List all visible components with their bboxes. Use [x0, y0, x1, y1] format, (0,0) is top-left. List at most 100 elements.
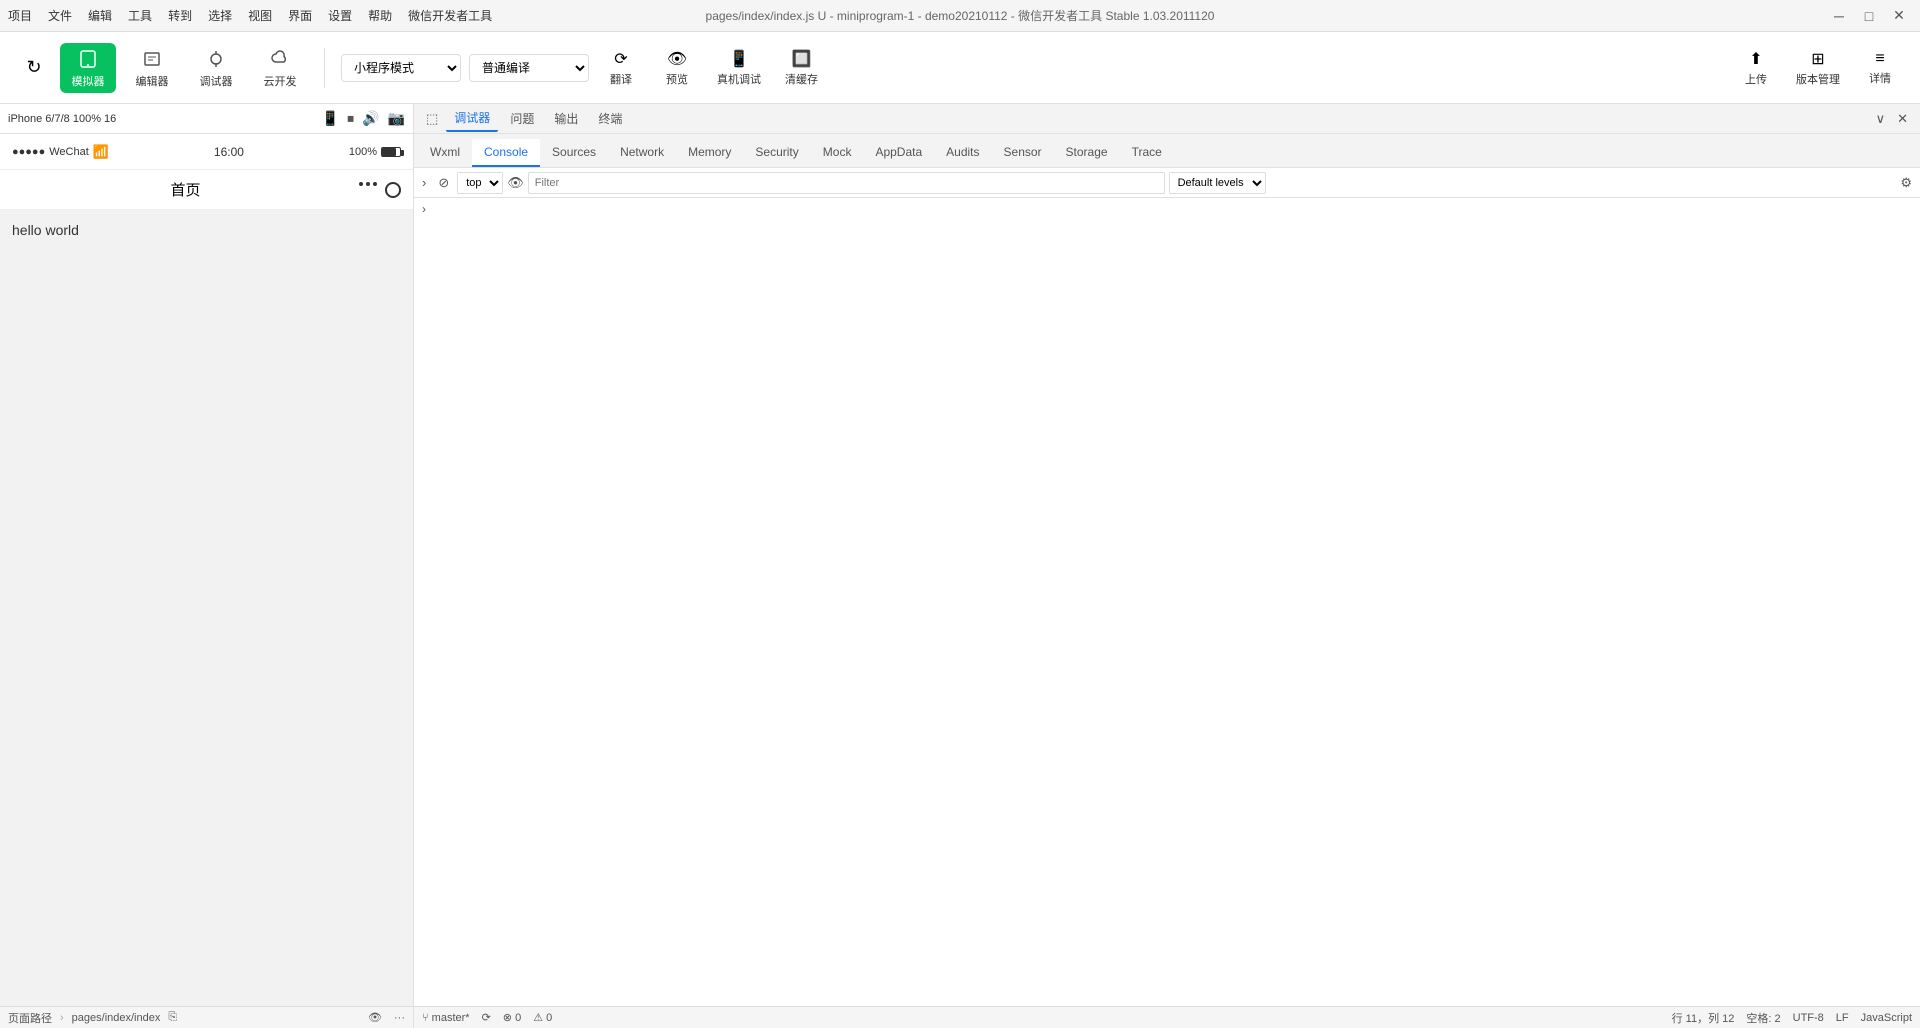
menu-item-interface[interactable]: 界面 — [288, 7, 312, 24]
spaces: 空格: 2 — [1746, 1010, 1780, 1026]
menu-item-help[interactable]: 帮助 — [368, 7, 392, 24]
wifi-icon: 📶 — [93, 144, 109, 160]
tab-network[interactable]: Network — [608, 139, 676, 167]
terminal-tab[interactable]: 终端 — [590, 106, 630, 131]
device-label: iPhone 6/7/8 100% 16 — [8, 113, 116, 125]
preview-icon: 👁 — [667, 49, 687, 69]
tab-mock[interactable]: Mock — [811, 139, 864, 167]
path-label: 页面路径 — [8, 1010, 52, 1026]
battery-label: 100% — [349, 146, 377, 158]
devtools-close-icon[interactable]: ✕ — [1893, 109, 1912, 129]
tab-audits[interactable]: Audits — [934, 139, 991, 167]
menu-item-file[interactable]: 文件 — [48, 7, 72, 24]
upload-label: 上传 — [1745, 71, 1767, 87]
output-tab[interactable]: 输出 — [546, 106, 586, 131]
filter-input[interactable] — [528, 172, 1165, 194]
editor-label: 编辑器 — [136, 73, 169, 89]
simulator-toolbar: iPhone 6/7/8 100% 16 📱 ⏹ 🔊 📷 — [0, 104, 413, 134]
clearcache-label: 清缓存 — [785, 71, 818, 87]
tab-appdata[interactable]: AppData — [863, 139, 934, 167]
screenshot-icon[interactable]: 📷 — [388, 110, 405, 127]
debugger-tab[interactable]: 调试器 — [446, 105, 498, 132]
translate-icon: ⟳ — [614, 49, 627, 69]
tab-sources[interactable]: Sources — [540, 139, 608, 167]
path-separator: › — [60, 1012, 64, 1024]
cloud-button[interactable]: 云开发 — [252, 43, 308, 93]
refresh-icon: ↻ — [26, 56, 41, 80]
collapse-icon[interactable]: ∨ — [1872, 109, 1890, 129]
console-prompt-row: › — [414, 198, 1920, 220]
page-path[interactable]: pages/index/index — [72, 1012, 161, 1024]
settings-icon[interactable]: ⚙ — [1896, 173, 1916, 193]
menu-item-project[interactable]: 项目 — [8, 7, 32, 24]
refresh-button[interactable]: ↻ — [16, 52, 52, 84]
menu-item-tool[interactable]: 工具 — [128, 7, 152, 24]
close-button[interactable]: ✕ — [1886, 7, 1912, 25]
simulator-screen: ●●●●● WeChat 📶 16:00 100% 首页 — [0, 134, 413, 1006]
realtest-button[interactable]: 📱 真机调试 — [709, 45, 769, 91]
window-title: pages/index/index.js U - miniprogram-1 -… — [706, 7, 1215, 24]
editor-button[interactable]: 编辑器 — [124, 43, 180, 93]
more-options-icon[interactable]: ··· — [394, 1012, 405, 1024]
debugger-button[interactable]: 调试器 — [188, 43, 244, 93]
sim-right-icons: 👁 ··· — [368, 1011, 405, 1024]
console-toolbar: › ⊘ top 👁 Default levels ⚙ — [414, 168, 1920, 198]
clear-icon[interactable]: ⊘ — [434, 173, 453, 193]
sync-icon[interactable]: ⟳ — [482, 1011, 491, 1024]
record-icon[interactable] — [385, 182, 401, 198]
sim-nav-bar: 首页 — [0, 170, 413, 210]
realtest-icon: 📱 — [729, 49, 749, 69]
clearcache-button[interactable]: 🔲 清缓存 — [777, 45, 826, 91]
encoding: UTF-8 — [1793, 1012, 1824, 1024]
expand-icon[interactable]: › — [418, 173, 430, 192]
branch-name: master* — [432, 1012, 470, 1024]
hello-world-text: hello world — [12, 222, 401, 238]
menu-item-select[interactable]: 选择 — [208, 7, 232, 24]
maximize-button[interactable]: □ — [1856, 7, 1882, 25]
upload-button[interactable]: ⬆ 上传 — [1732, 45, 1780, 91]
sim-status-bar: ●●●●● WeChat 📶 16:00 100% — [0, 134, 413, 170]
eye-icon[interactable]: 👁 — [368, 1011, 382, 1024]
tab-memory[interactable]: Memory — [676, 139, 743, 167]
menu-item-goto[interactable]: 转到 — [168, 7, 192, 24]
devtools-panel: ⬚ 调试器 问题 输出 终端 ∨ ✕ Wxml Console Sources … — [414, 104, 1920, 1028]
menu-item-settings[interactable]: 设置 — [328, 7, 352, 24]
sim-nav-title: 首页 — [12, 179, 359, 200]
issues-tab[interactable]: 问题 — [502, 106, 542, 131]
menu-item-view[interactable]: 视图 — [248, 7, 272, 24]
levels-select[interactable]: Default levels — [1169, 172, 1266, 194]
more-icon[interactable] — [359, 182, 377, 198]
mode-select[interactable]: 小程序模式 — [341, 54, 461, 82]
simulator-button[interactable]: 模拟器 — [60, 43, 116, 93]
tab-console[interactable]: Console — [472, 139, 540, 167]
version-button[interactable]: ⊞ 版本管理 — [1788, 45, 1848, 91]
tab-storage[interactable]: Storage — [1054, 139, 1120, 167]
line-ending: LF — [1836, 1012, 1849, 1024]
menu-item-edit[interactable]: 编辑 — [88, 7, 112, 24]
warning-count: ⚠ 0 — [533, 1011, 552, 1024]
filter-icon[interactable]: 👁 — [507, 175, 524, 191]
context-select[interactable]: top — [457, 172, 503, 194]
translate-button[interactable]: ⟳ 翻译 — [597, 45, 645, 91]
prompt-arrow[interactable]: › — [422, 202, 426, 216]
detail-button[interactable]: ≡ 详情 — [1856, 46, 1904, 90]
signal-dots: ●●●●● — [12, 146, 45, 158]
language[interactable]: JavaScript — [1861, 1012, 1912, 1024]
minimize-button[interactable]: ─ — [1826, 7, 1852, 25]
audio-icon[interactable]: 🔊 — [362, 110, 379, 127]
inspect-icon[interactable]: ⬚ — [422, 109, 442, 129]
tab-security[interactable]: Security — [743, 139, 810, 167]
main-area: iPhone 6/7/8 100% 16 📱 ⏹ 🔊 📷 ●●●●● WeCha… — [0, 104, 1920, 1028]
menu-item-wechat[interactable]: 微信开发者工具 — [408, 7, 492, 24]
tab-trace[interactable]: Trace — [1120, 139, 1174, 167]
copy-icon[interactable]: ⎘ — [168, 1011, 177, 1024]
tab-sensor[interactable]: Sensor — [992, 139, 1054, 167]
phone-icon[interactable]: 📱 — [322, 110, 339, 127]
sim-status-right: 100% — [349, 146, 401, 158]
git-branch[interactable]: ⑂ master* — [422, 1012, 470, 1024]
tab-wxml[interactable]: Wxml — [418, 139, 472, 167]
compile-select[interactable]: 普通编译 — [469, 54, 589, 82]
simulator-status-bar: 页面路径 › pages/index/index ⎘ 👁 ··· — [0, 1006, 413, 1028]
preview-button[interactable]: 👁 预览 — [653, 45, 701, 91]
stop-icon[interactable]: ⏹ — [347, 110, 354, 127]
